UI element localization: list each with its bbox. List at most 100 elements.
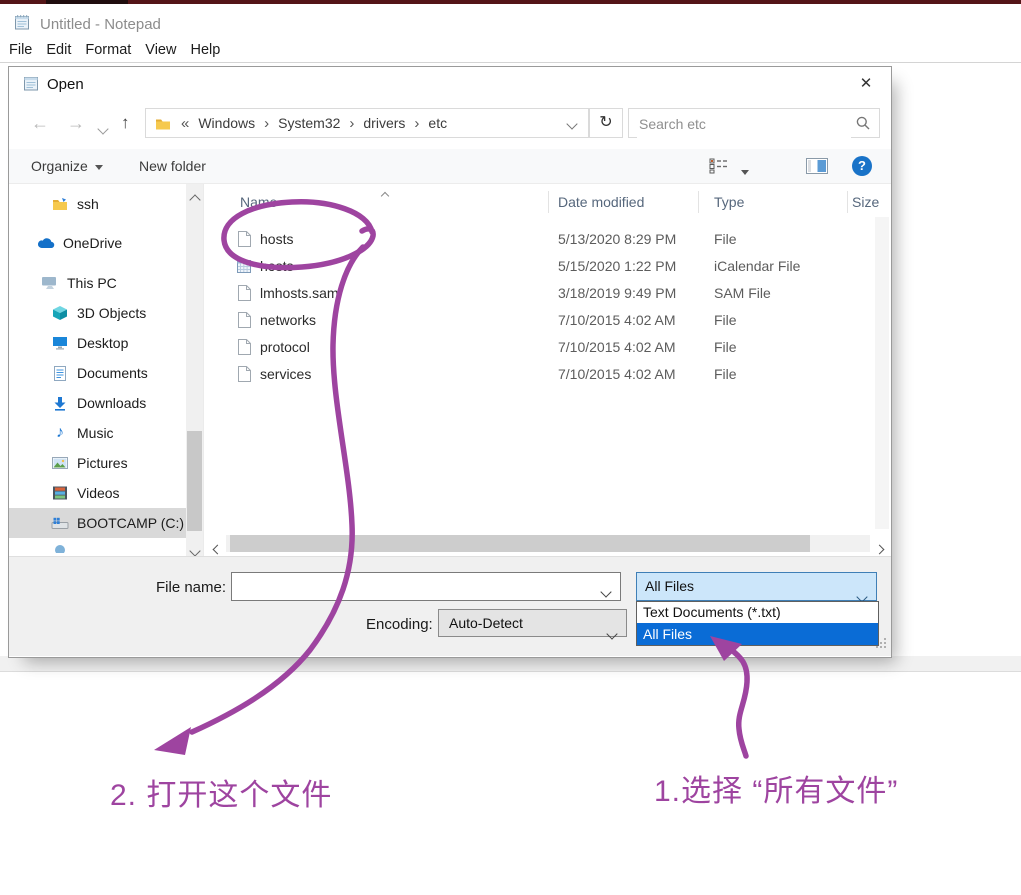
sidebar-item-this-pc[interactable]: This PC [9,268,186,298]
organize-button[interactable]: Organize [31,149,103,183]
file-icon [235,285,253,301]
menu-help[interactable]: Help [190,42,220,58]
notepad-icon [22,74,40,97]
calendar-icon [235,258,253,274]
dialog-title: Open [47,76,84,93]
search-icon [855,115,871,136]
open-dialog: Open ✕ ← → ↑ « Windows › System32 › driv… [8,66,892,658]
scrollbar-thumb[interactable] [230,535,810,552]
column-headers: Name Date modified Type Size [204,189,892,217]
resize-grip[interactable] [875,636,887,654]
notepad-bottom-edge [0,656,1021,672]
sidebar-item-partial[interactable] [9,540,186,556]
folder-icon [154,115,172,131]
file-type-combobox[interactable]: All Files [636,572,877,601]
new-folder-button[interactable]: New folder [139,149,206,183]
breadcrumb-separator: › [264,115,269,132]
breadcrumb-separator: › [349,115,354,132]
encoding-combobox[interactable]: Auto-Detect [438,609,627,637]
history-chevron-icon[interactable] [99,120,107,138]
forward-icon[interactable]: → [67,103,85,143]
breadcrumb-overflow[interactable]: « [181,115,189,132]
sidebar-item-downloads[interactable]: Downloads [9,388,186,418]
encoding-label: Encoding: [366,616,433,633]
menu-file[interactable]: File [9,42,32,58]
sidebar-item-ssh[interactable]: ssh [9,189,186,219]
scrollbar-thumb[interactable] [187,431,202,531]
sidebar-item-onedrive[interactable]: OneDrive [9,228,186,258]
column-header-date-modified[interactable]: Date modified [558,194,644,210]
chevron-down-icon [95,165,103,170]
breadcrumb-drivers[interactable]: drivers [363,115,405,131]
sidebar-item-desktop[interactable]: Desktop [9,328,186,358]
sidebar-item-documents[interactable]: Documents [9,358,186,388]
file-name-combobox[interactable] [231,572,621,601]
file-row-protocol[interactable]: protocol 7/10/2015 4:02 AM File [204,334,874,361]
file-icon [235,366,253,382]
breadcrumb-etc[interactable]: etc [428,115,447,131]
dialog-toolbar: Organize New folder ? [9,149,891,184]
file-row-networks[interactable]: networks 7/10/2015 4:02 AM File [204,307,874,334]
file-name-input[interactable] [238,574,592,600]
menu-view[interactable]: View [145,42,176,58]
breadcrumb-windows[interactable]: Windows [198,115,255,131]
window-title: Untitled - Notepad [40,16,161,33]
drive-windows-icon [51,515,69,531]
annotation-arrowhead-left [154,727,191,755]
screen: Untitled - Notepad File Edit Format View… [0,0,1021,895]
preview-pane-icon[interactable] [806,158,828,179]
search-input[interactable] [637,110,851,138]
search-box [628,108,880,138]
scroll-up-icon[interactable] [191,191,199,209]
view-options-icon[interactable] [709,158,731,179]
file-row-hosts[interactable]: hosts 5/13/2020 8:29 PM File [204,226,874,253]
address-chevron-icon[interactable] [568,115,576,131]
filetype-option-text-documents[interactable]: Text Documents (*.txt) [637,602,878,623]
sidebar-item-music[interactable]: ♪ Music [9,418,186,448]
pc-icon [41,275,59,291]
chevron-down-icon [608,620,616,646]
breadcrumb-system32[interactable]: System32 [278,115,340,131]
menu-edit[interactable]: Edit [46,42,71,58]
up-icon[interactable]: ↑ [121,103,130,143]
picture-icon [51,455,69,471]
file-name-label: File name: [156,579,226,596]
refresh-button[interactable]: ↻ [589,108,623,138]
sidebar-item-pictures[interactable]: Pictures [9,448,186,478]
sidebar-item-3d-objects[interactable]: 3D Objects [9,298,186,328]
chevron-down-icon[interactable] [602,583,610,601]
notepad-titlebar: Untitled - Notepad [0,4,1021,38]
view-options-chevron-icon[interactable] [741,164,749,182]
cube-icon [51,305,69,321]
file-row-lmhosts[interactable]: lmhosts.sam 3/18/2019 9:49 PM SAM File [204,280,874,307]
monitor-icon [51,335,69,351]
sort-ascending-icon [382,186,388,202]
column-header-type[interactable]: Type [714,194,744,210]
file-row-hosts-ics[interactable]: hosts 5/15/2020 1:22 PM iCalendar File [204,253,874,280]
file-icon [235,312,253,328]
menu-format[interactable]: Format [85,42,131,58]
back-icon[interactable]: ← [31,103,49,143]
refresh-icon: ↻ [599,114,612,131]
sidebar-scrollbar[interactable] [186,184,203,556]
column-header-size[interactable]: Size [852,194,879,210]
navigation-bar: ← → ↑ « Windows › System32 › drivers › e… [9,103,891,143]
annotation-step1-text: 1.选择 “所有文件” [654,766,898,810]
file-icon [235,231,253,247]
notepad-icon [13,13,31,36]
annotation-step2-text: 2. 打开这个文件 [110,770,332,814]
close-icon[interactable]: ✕ [849,71,883,97]
file-row-services[interactable]: services 7/10/2015 4:02 AM File [204,361,874,388]
filetype-option-all-files[interactable]: All Files [637,623,878,645]
vertical-scrollbar-track[interactable] [875,217,889,529]
file-list-pane: Name Date modified Type Size hosts 5/13/… [203,184,892,556]
column-header-name[interactable]: Name [240,194,277,210]
notepad-menubar: File Edit Format View Help [0,38,1021,63]
sidebar-item-videos[interactable]: Videos [9,478,186,508]
cloud-icon [37,235,55,251]
horizontal-scrollbar[interactable] [204,534,892,554]
sidebar-item-bootcamp-c[interactable]: BOOTCAMP (C:) [9,508,186,538]
network-icon [51,540,69,556]
help-icon[interactable]: ? [852,156,872,176]
file-icon [235,339,253,355]
